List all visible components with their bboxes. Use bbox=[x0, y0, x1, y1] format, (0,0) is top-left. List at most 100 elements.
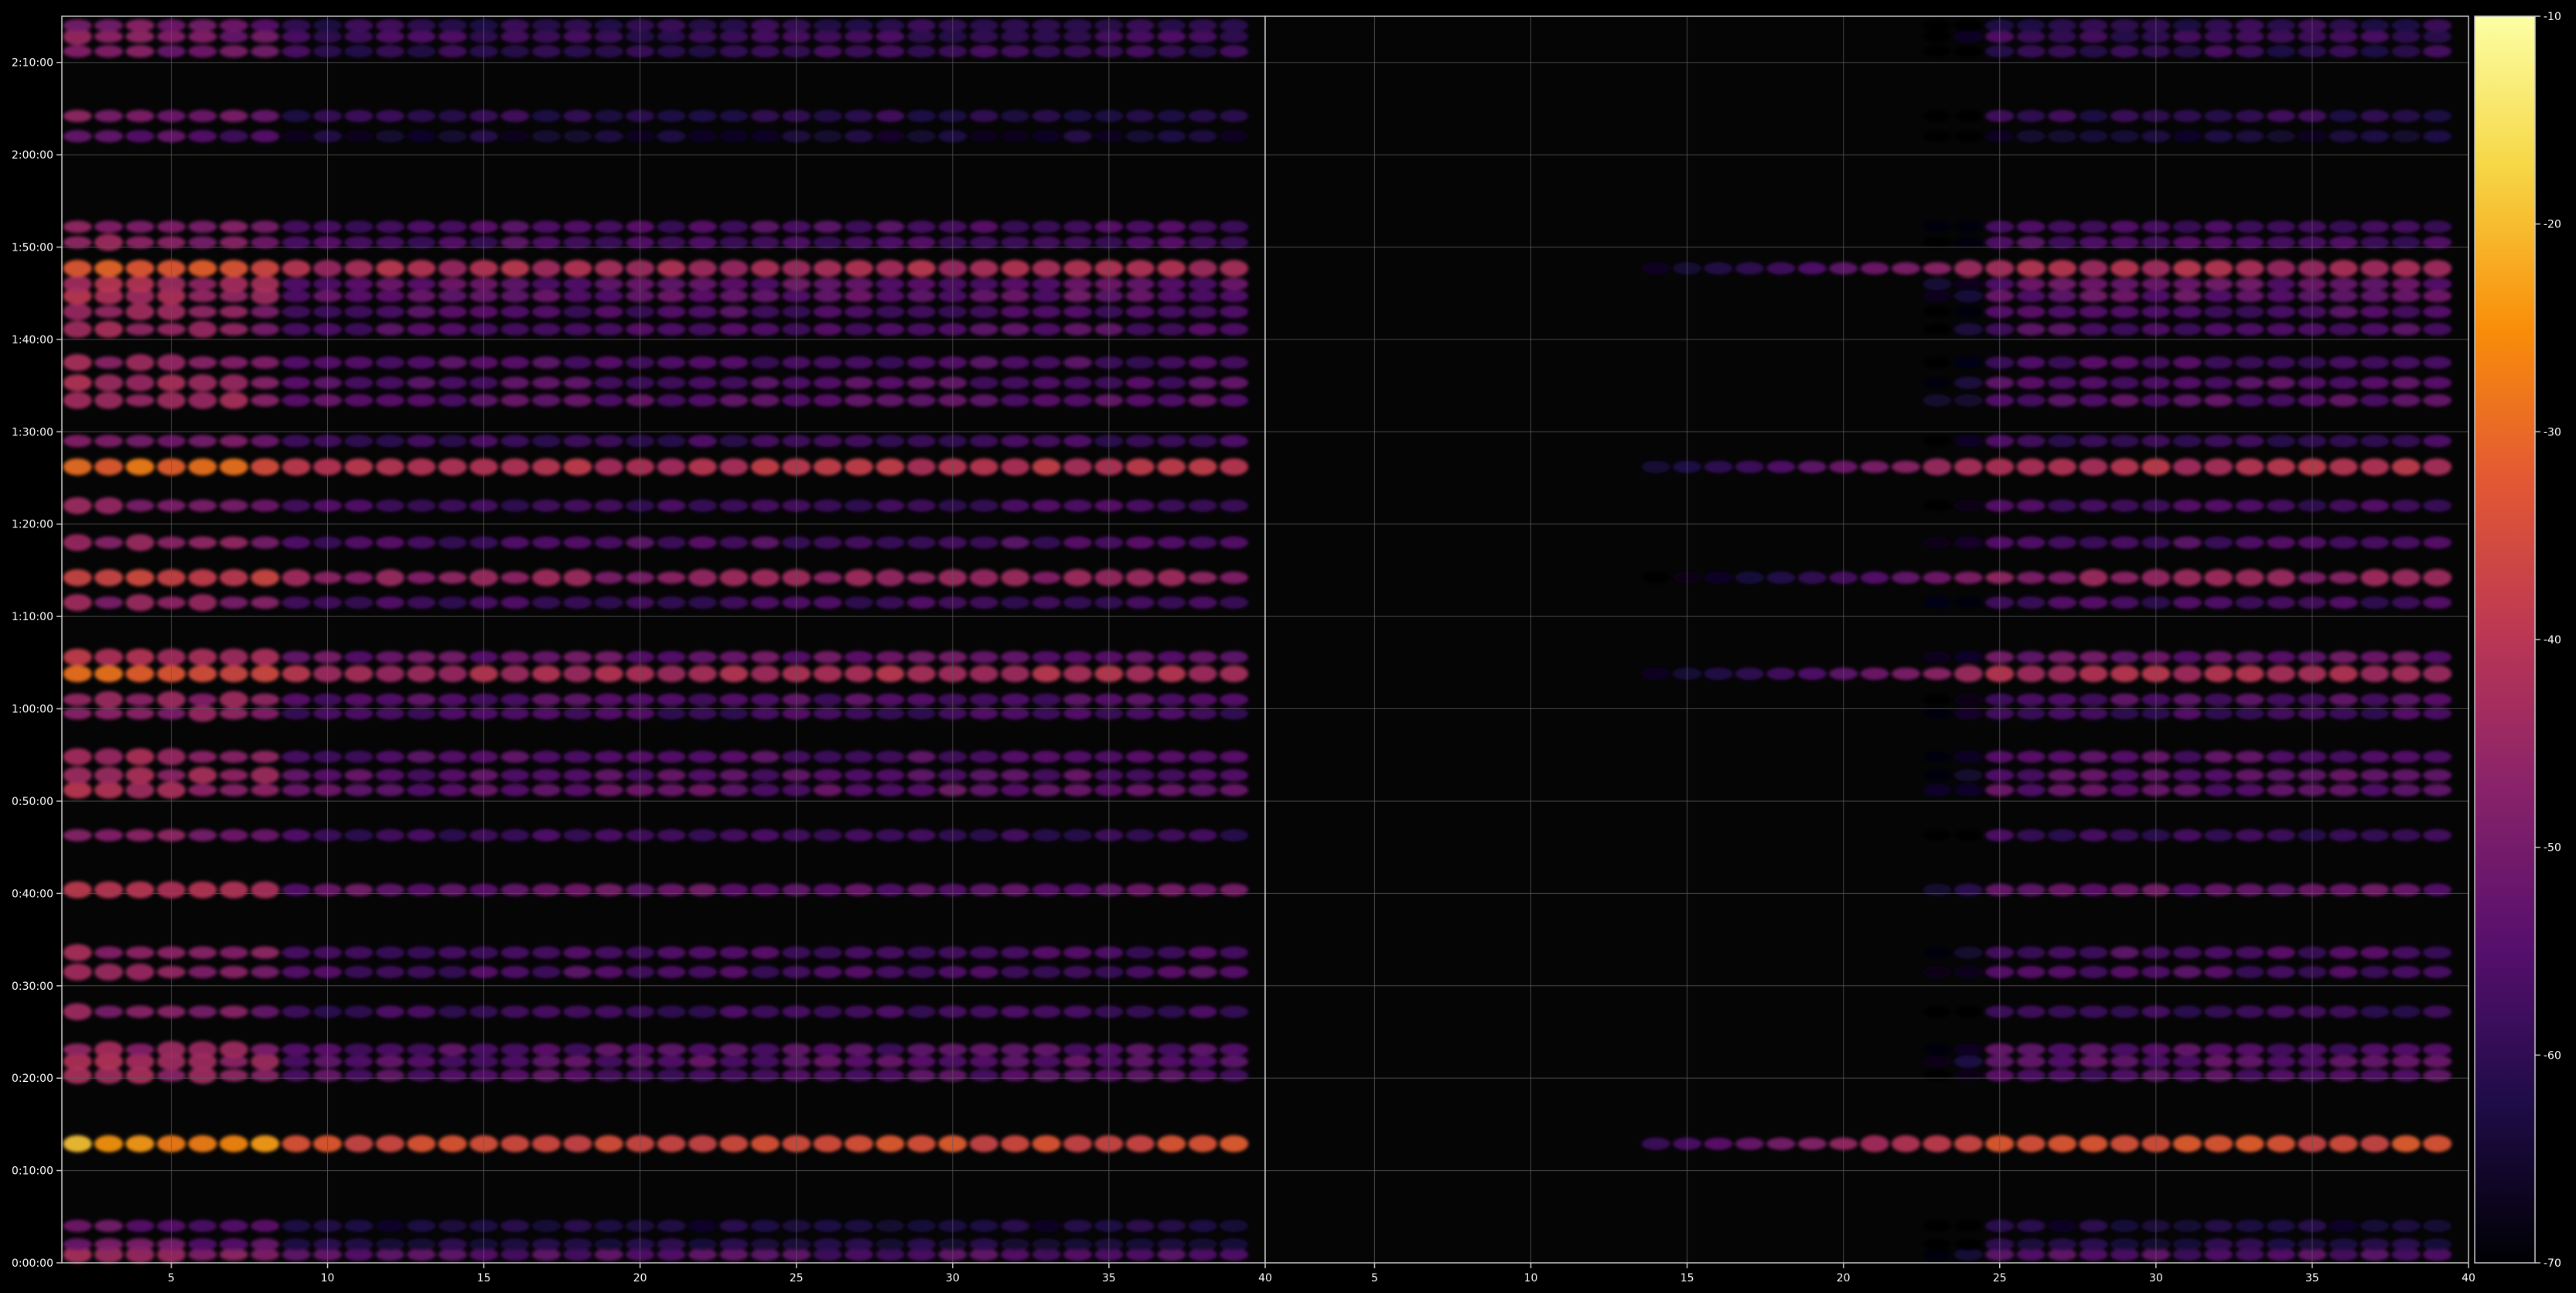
heat-cell bbox=[844, 322, 874, 336]
heat-cell bbox=[531, 394, 561, 407]
heat-cell bbox=[1001, 435, 1030, 448]
heat-cell bbox=[1157, 783, 1186, 797]
heat-cell bbox=[2110, 829, 2139, 842]
heat-cell bbox=[219, 220, 248, 234]
heat-cell bbox=[1220, 322, 1249, 336]
heat-cell bbox=[1923, 1055, 1952, 1068]
heat-cell bbox=[500, 1055, 530, 1068]
heat-cell bbox=[1860, 667, 1889, 681]
heat-cell bbox=[1923, 1005, 1952, 1018]
heat-cell bbox=[594, 1135, 623, 1152]
heat-cell bbox=[344, 536, 374, 549]
heat-cell bbox=[563, 883, 592, 896]
heat-cell bbox=[1923, 769, 1952, 782]
heat-cell bbox=[344, 220, 374, 234]
heat-cell bbox=[2110, 665, 2139, 683]
heat-cell bbox=[125, 1220, 155, 1233]
heat-cell bbox=[531, 650, 561, 664]
heat-cell bbox=[813, 435, 842, 448]
heat-cell bbox=[1032, 260, 1061, 277]
heat-cell bbox=[2391, 45, 2421, 58]
heat-cell bbox=[344, 1055, 374, 1068]
heat-cell bbox=[1063, 394, 1093, 407]
heat-cell bbox=[688, 665, 718, 683]
heat-cell bbox=[1923, 45, 1952, 58]
heat-cell bbox=[2360, 650, 2390, 664]
heat-cell bbox=[94, 665, 124, 683]
heat-cell bbox=[844, 30, 874, 43]
heat-cell bbox=[375, 110, 404, 122]
heat-cell bbox=[594, 305, 623, 319]
heat-cell bbox=[1032, 596, 1061, 609]
heat-cell bbox=[750, 1135, 780, 1152]
heat-cell bbox=[1923, 110, 1952, 122]
heat-cell bbox=[688, 1220, 718, 1233]
heat-cell bbox=[1001, 394, 1030, 407]
heat-cell bbox=[125, 458, 155, 476]
heat-cell bbox=[2048, 30, 2077, 43]
heat-cell bbox=[1032, 946, 1061, 959]
heat-cell bbox=[1001, 783, 1030, 797]
heat-cell bbox=[2079, 30, 2108, 43]
heat-cell bbox=[2110, 965, 2139, 978]
heat-cell bbox=[1953, 322, 1983, 336]
heat-cell bbox=[1641, 667, 1670, 681]
heat-cell bbox=[2329, 1220, 2358, 1233]
heat-cell bbox=[844, 499, 874, 512]
heat-cell bbox=[500, 322, 530, 336]
heat-cell bbox=[1063, 1135, 1093, 1152]
heat-cell bbox=[2204, 650, 2233, 664]
heat-cell bbox=[1001, 665, 1030, 683]
heat-cell bbox=[1157, 499, 1186, 512]
heat-cell bbox=[750, 693, 780, 706]
heat-cell bbox=[188, 320, 217, 338]
heat-cell bbox=[2048, 356, 2077, 369]
heat-cell bbox=[2048, 769, 2077, 782]
heat-cell bbox=[375, 305, 404, 319]
heat-cell bbox=[63, 1043, 92, 1056]
heat-cell bbox=[2048, 278, 2077, 291]
heat-cell bbox=[1063, 356, 1093, 369]
heat-cell bbox=[94, 536, 124, 549]
heat-cell bbox=[1157, 829, 1186, 842]
heat-cell bbox=[2423, 19, 2452, 32]
heat-cell bbox=[2266, 883, 2296, 896]
heat-cell bbox=[188, 305, 217, 319]
heat-cell bbox=[844, 693, 874, 706]
heat-cell bbox=[1220, 289, 1249, 302]
heat-cell bbox=[1891, 262, 1921, 275]
heat-cell bbox=[344, 665, 374, 683]
heat-cell bbox=[719, 693, 749, 706]
heat-cell bbox=[875, 30, 905, 43]
heat-cell bbox=[1188, 220, 1217, 234]
heat-cell bbox=[2172, 596, 2202, 609]
heat-cell bbox=[844, 377, 874, 389]
heat-cell bbox=[375, 377, 404, 389]
heat-cell bbox=[251, 1238, 280, 1251]
heat-cell bbox=[719, 499, 749, 512]
heat-cell bbox=[1063, 1069, 1093, 1082]
heat-cell bbox=[438, 650, 467, 664]
heat-cell bbox=[1953, 1069, 1983, 1082]
heat-cell bbox=[563, 1043, 592, 1056]
heat-cell bbox=[531, 30, 561, 43]
heat-cell bbox=[969, 1043, 998, 1056]
heat-cell bbox=[531, 1238, 561, 1251]
heat-cell bbox=[219, 665, 248, 683]
heat-cell bbox=[2110, 1220, 2139, 1233]
heat-cell bbox=[531, 260, 561, 277]
heat-cell bbox=[1891, 667, 1921, 681]
heat-cell bbox=[1063, 569, 1093, 586]
heat-cell bbox=[1063, 965, 1093, 978]
heat-cell bbox=[375, 1043, 404, 1056]
heat-cell bbox=[2423, 883, 2452, 896]
heat-cell bbox=[2110, 394, 2139, 407]
heat-cell bbox=[2266, 1005, 2296, 1018]
heat-cell bbox=[2360, 829, 2390, 842]
heat-cell bbox=[344, 377, 374, 389]
heat-cell bbox=[438, 750, 467, 763]
heat-cell bbox=[1157, 322, 1186, 336]
heat-cell bbox=[219, 45, 248, 58]
heat-cell bbox=[344, 30, 374, 43]
heat-cell bbox=[594, 289, 623, 302]
